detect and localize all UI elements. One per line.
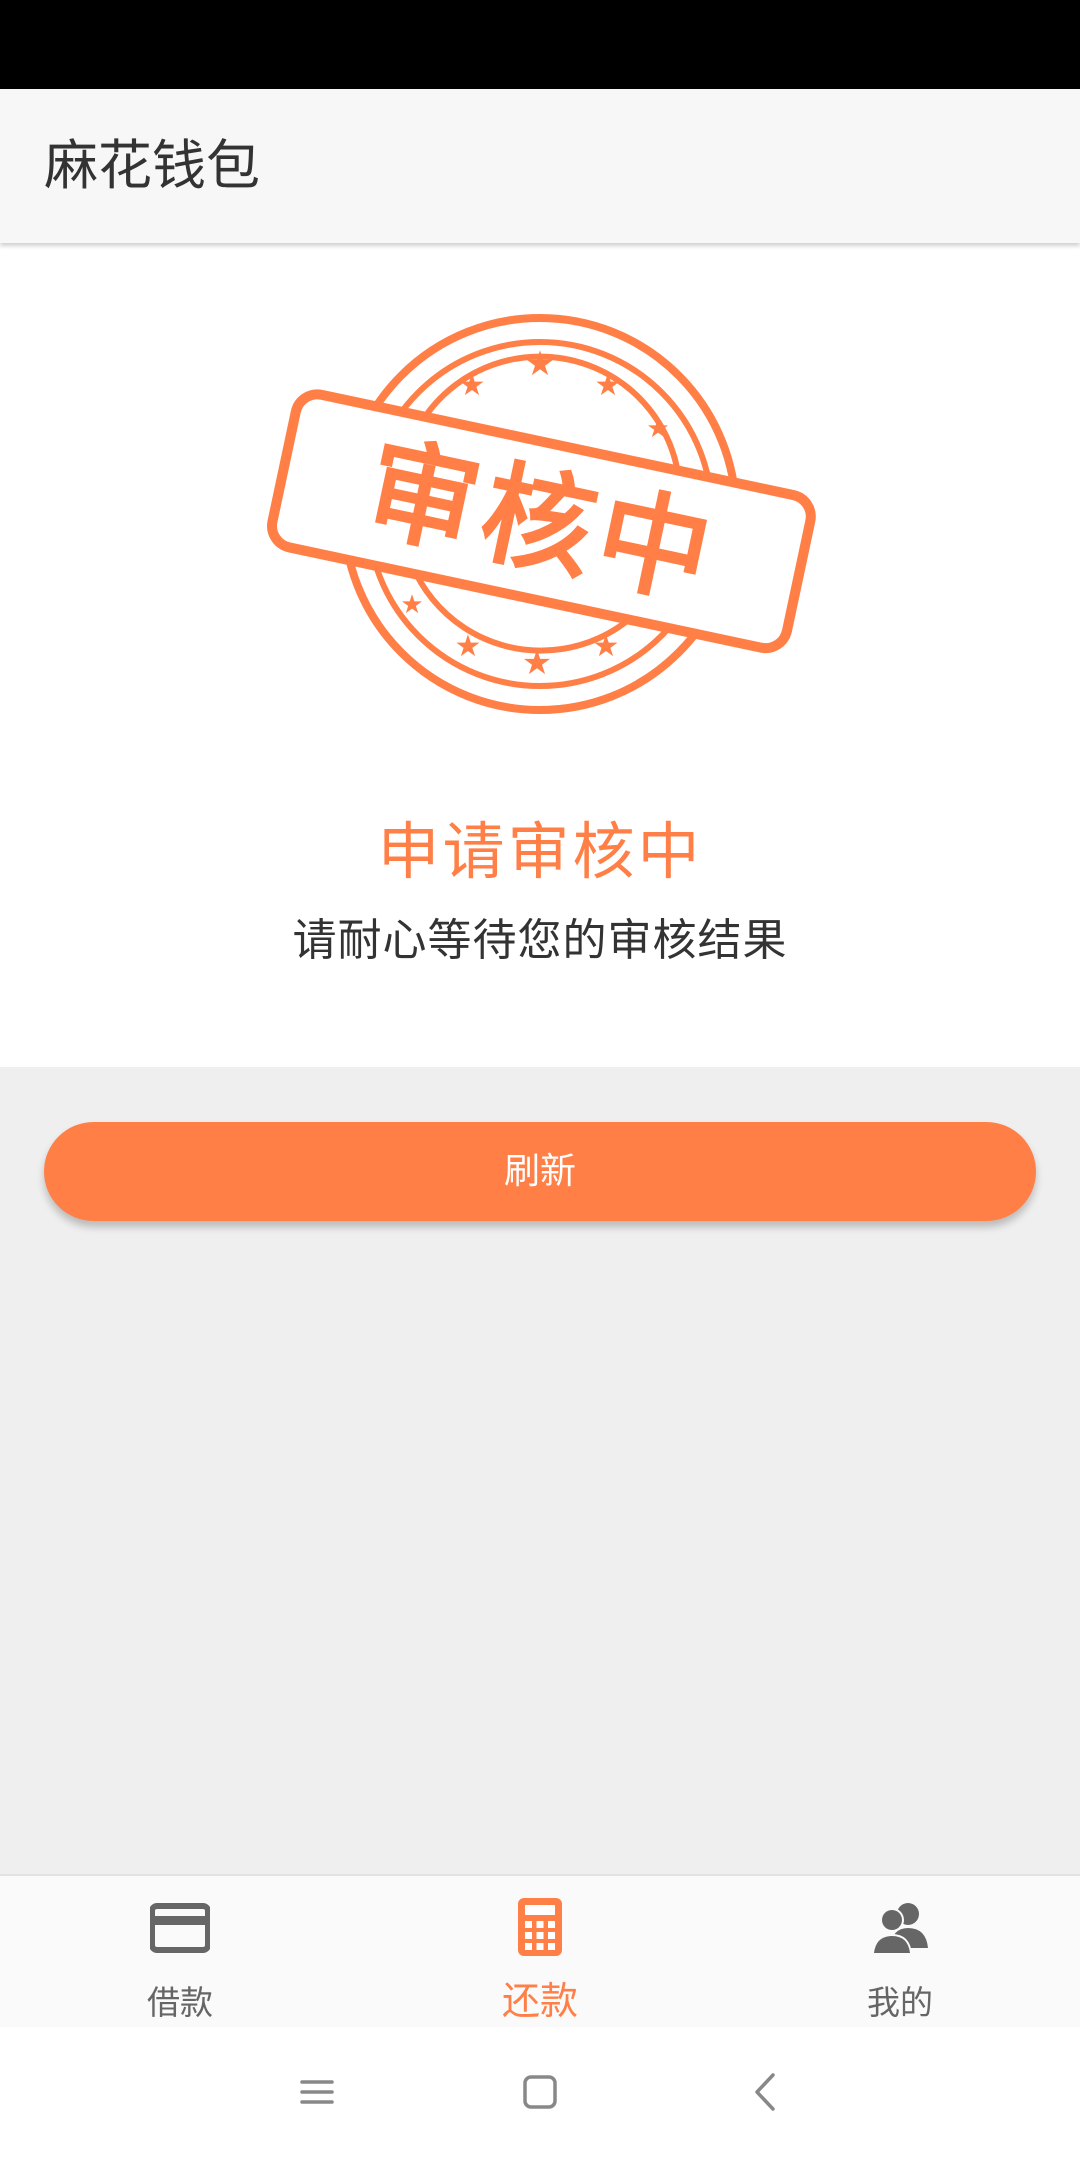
nav-item-borrow[interactable]: 借款 xyxy=(0,1876,360,2029)
calculator-icon xyxy=(518,1898,562,1956)
users-icon xyxy=(872,1903,928,1954)
svg-text:★: ★ xyxy=(593,629,620,664)
system-navigation-bar xyxy=(0,2027,1080,2158)
status-bar xyxy=(0,0,1080,89)
nav-item-mine[interactable]: 我的 xyxy=(720,1876,1080,2029)
svg-text:★: ★ xyxy=(595,368,622,403)
app-title: 麻花钱包 xyxy=(44,134,260,197)
svg-text:★: ★ xyxy=(459,368,486,403)
svg-text:★: ★ xyxy=(522,643,552,683)
credit-card-icon xyxy=(150,1903,210,1953)
review-stamp-icon: ★ ★ ★ ★ ★ ★ ★ ★ ★ 审核中 xyxy=(267,314,816,714)
back-icon[interactable] xyxy=(731,2057,801,2127)
svg-text:★: ★ xyxy=(525,344,555,384)
nav-label-borrow: 借款 xyxy=(147,1983,213,2022)
review-status-card: ★ ★ ★ ★ ★ ★ ★ ★ ★ 审核中 申请审核中 请耐心等待您的审核结果 xyxy=(0,243,1080,1067)
refresh-button[interactable]: 刷新 xyxy=(44,1122,1036,1221)
status-subtitle: 请耐心等待您的审核结果 xyxy=(292,915,788,966)
nav-label-mine: 我的 xyxy=(867,1983,933,2022)
svg-text:★: ★ xyxy=(400,590,423,620)
menu-icon[interactable] xyxy=(282,2057,352,2127)
nav-label-repay: 还款 xyxy=(501,1979,578,2023)
svg-text:★: ★ xyxy=(455,629,482,664)
svg-text:★: ★ xyxy=(646,414,669,444)
bottom-navigation: 借款 还款 我的 xyxy=(0,1874,1080,2027)
status-title: 申请审核中 xyxy=(377,815,703,888)
app-bar: 麻花钱包 xyxy=(0,89,1080,243)
nav-item-repay[interactable]: 还款 xyxy=(360,1876,720,2029)
home-icon[interactable] xyxy=(505,2057,575,2127)
